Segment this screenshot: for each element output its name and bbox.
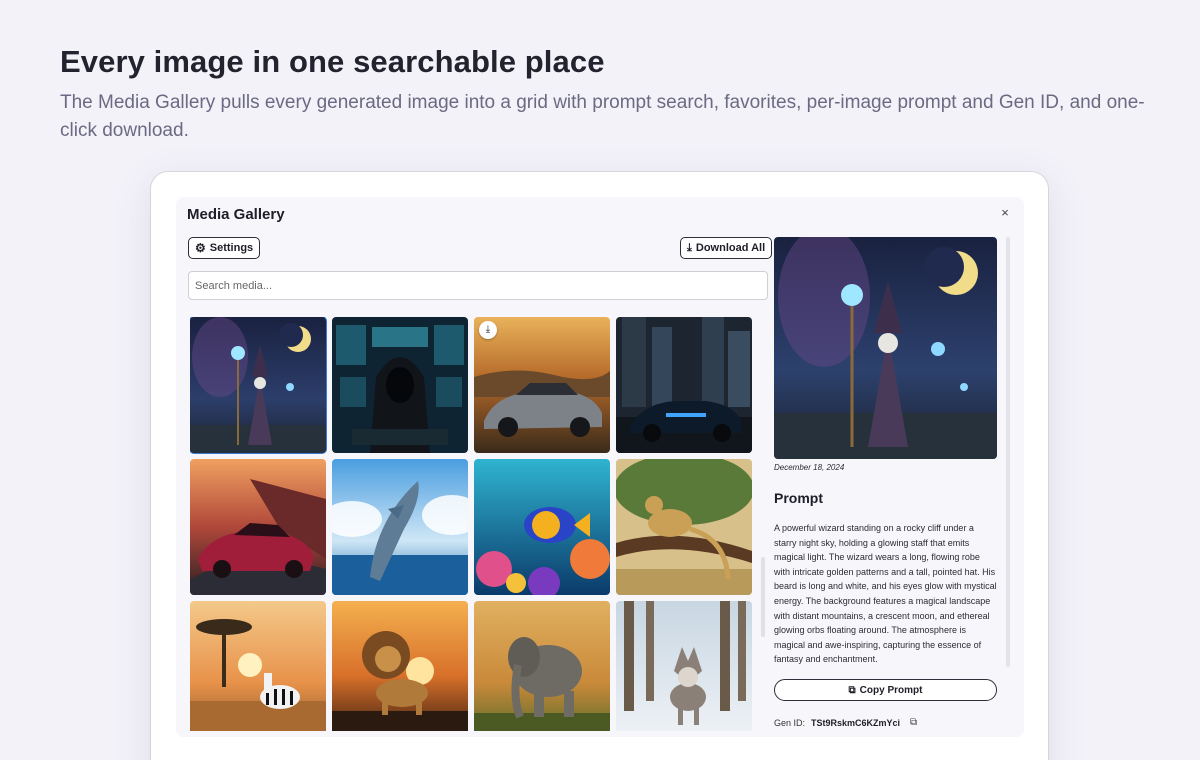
image-date: December 18, 2024 — [774, 463, 845, 472]
car-image — [474, 317, 610, 453]
media-tile-red-car[interactable] — [190, 459, 326, 595]
fish-image — [474, 459, 610, 595]
supercar-image — [616, 317, 752, 453]
download-icon: ⤓ — [687, 241, 692, 254]
media-tile-dolphin[interactable] — [332, 459, 468, 595]
media-tile-leopard[interactable] — [616, 459, 752, 595]
media-tile-lion[interactable] — [332, 601, 468, 731]
search-input[interactable] — [188, 271, 768, 300]
download-all-button-label: Download All — [695, 242, 766, 254]
wizard-image — [774, 237, 997, 459]
download-all-button[interactable]: ⤓ Download All — [680, 237, 773, 259]
prompt-heading: Prompt — [774, 490, 823, 506]
media-tile-hacker[interactable] — [332, 317, 468, 453]
copy-icon: ⧉ — [848, 684, 856, 696]
page-subtitle: The Media Gallery pulls every generated … — [60, 92, 1145, 141]
prompt-text: A powerful wizard standing on a rocky cl… — [774, 523, 997, 665]
copy-icon[interactable]: ⧉ — [910, 717, 917, 728]
modal-title: Media Gallery — [187, 206, 285, 223]
download-icon[interactable]: ⤓ — [479, 321, 497, 339]
gen-id-label: Gen ID: — [774, 717, 806, 728]
copy-prompt-label: Copy Prompt — [859, 684, 923, 696]
media-tile-zebra[interactable] — [190, 601, 326, 731]
leopard-image — [616, 459, 752, 595]
media-grid: ⤓ — [190, 317, 755, 731]
media-tile-fish[interactable] — [474, 459, 610, 595]
detail-preview-image — [774, 237, 997, 459]
elephant-image — [474, 601, 610, 731]
media-tile-silver-car[interactable]: ⤓ — [474, 317, 610, 453]
app-window-frame: Media Gallery × ⚙ Settings ⤓ Download Al… — [150, 171, 1049, 760]
wolf-image — [616, 601, 752, 731]
detail-scrollbar[interactable] — [1006, 237, 1010, 667]
media-tile-wizard[interactable] — [190, 317, 327, 454]
copy-prompt-button[interactable]: ⧉ Copy Prompt — [774, 679, 997, 701]
red-car-image — [190, 459, 326, 595]
settings-button[interactable]: ⚙ Settings — [188, 237, 261, 259]
close-icon[interactable]: × — [997, 205, 1013, 221]
zebra-image — [190, 601, 326, 731]
dolphin-image — [332, 459, 468, 595]
media-tile-elephant[interactable] — [474, 601, 610, 731]
page-title: Every image in one searchable place — [60, 44, 605, 79]
wizard-image — [190, 317, 326, 453]
media-tile-wolf[interactable] — [616, 601, 752, 731]
settings-button-label: Settings — [209, 242, 254, 254]
gen-id-row: Gen ID: TSt9RskmC6KZmYci ⧉ — [774, 717, 917, 728]
media-gallery-modal: Media Gallery × ⚙ Settings ⤓ Download Al… — [176, 197, 1024, 737]
hacker-image — [332, 317, 468, 453]
grid-scrollbar[interactable] — [761, 557, 765, 637]
media-tile-supercar[interactable] — [616, 317, 752, 453]
lion-image — [332, 601, 468, 731]
gear-icon: ⚙ — [195, 241, 206, 255]
gen-id-value: TSt9RskmC6KZmYci — [811, 717, 901, 728]
